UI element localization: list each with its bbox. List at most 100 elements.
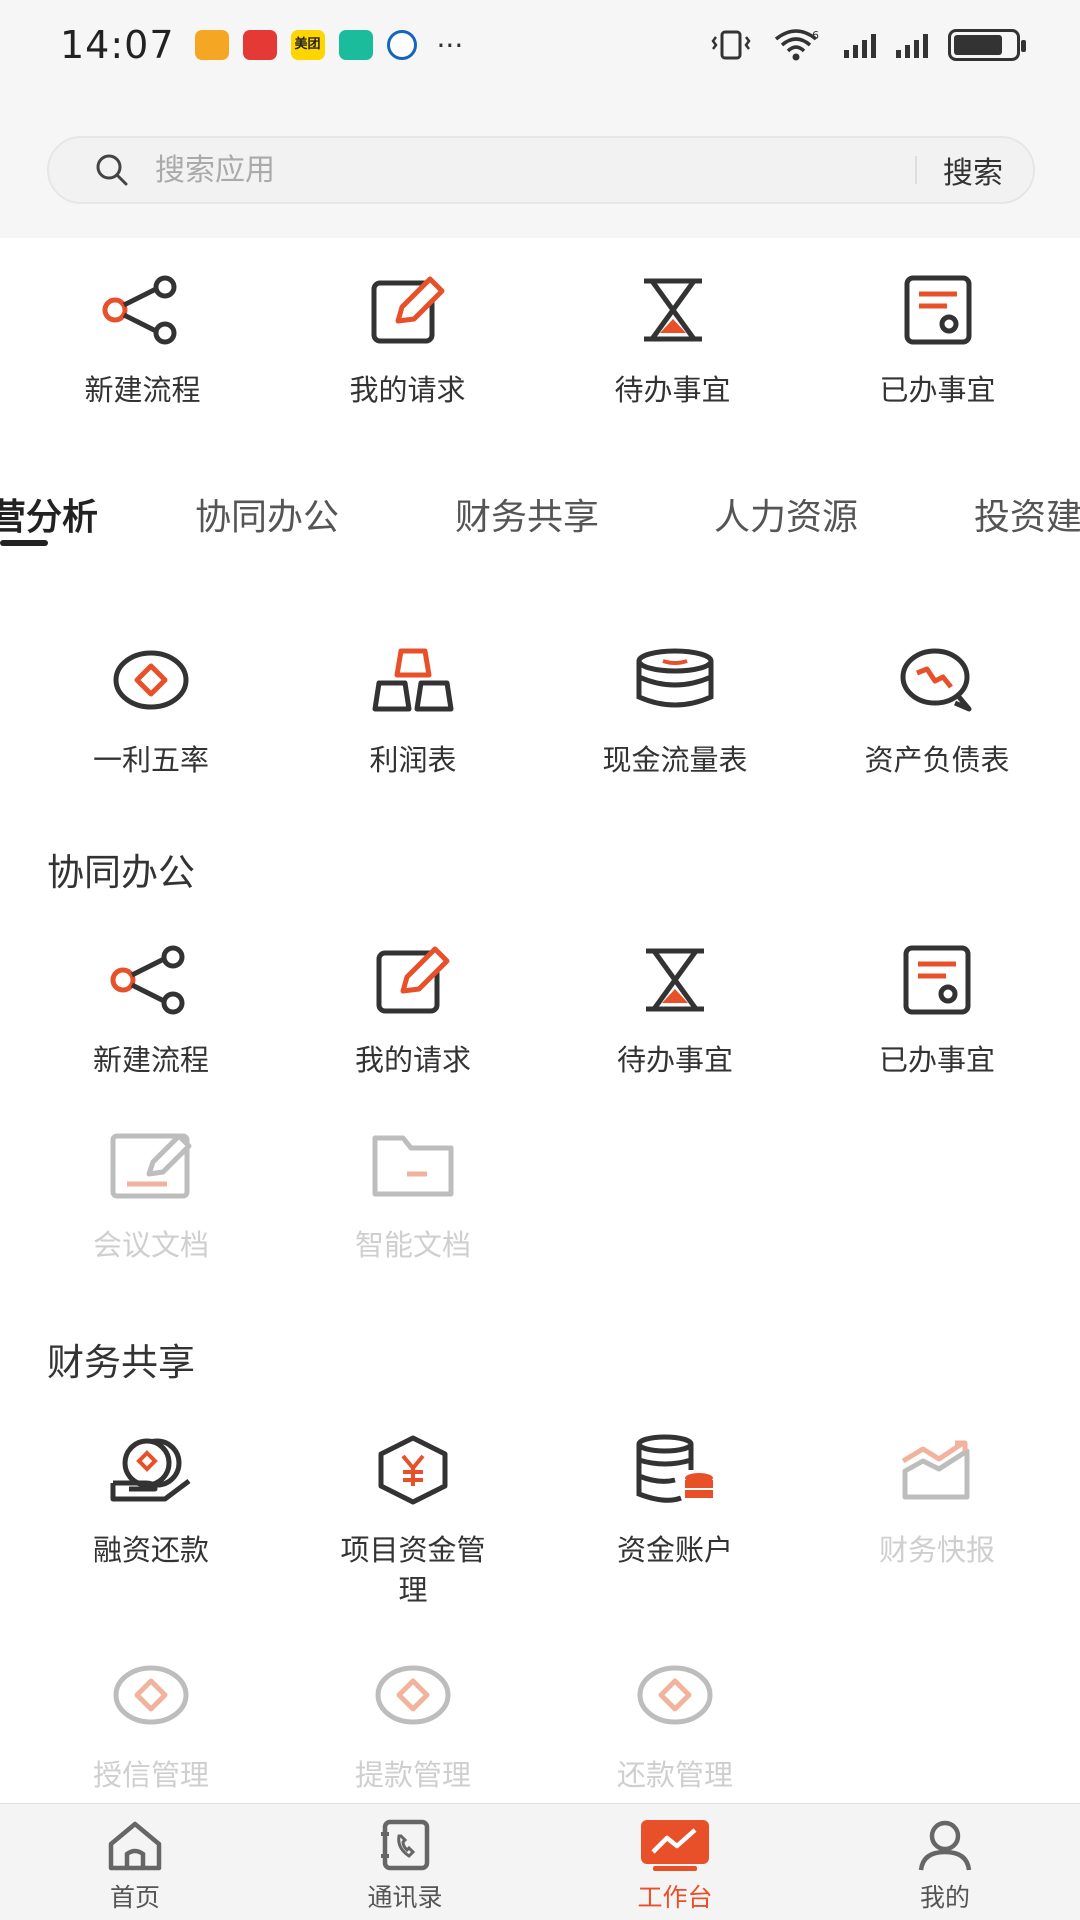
- section-title-finance: 财务共享: [47, 1341, 195, 1384]
- hourglass-icon: [643, 278, 702, 342]
- svg-text:6: 6: [812, 29, 819, 42]
- quick-new-flow[interactable]: 新建流程: [10, 270, 275, 410]
- gold-bars-icon: [372, 648, 454, 712]
- tab-investment[interactable]: 投资建: [974, 488, 1080, 540]
- grid-label: 利润表: [369, 743, 457, 777]
- search-bar: 搜索: [47, 136, 1035, 204]
- grid-item-smart-doc[interactable]: 智能文档: [282, 1125, 544, 1265]
- active-tab-indicator: [0, 540, 48, 546]
- grid-item-financing-repay[interactable]: 融资还款: [20, 1430, 282, 1610]
- app-notification-icon: [338, 30, 373, 60]
- diamond-badge-icon: [375, 1665, 451, 1725]
- database-coins-icon: [636, 1434, 713, 1503]
- battery-icon: [948, 29, 1026, 61]
- grid-label: 现金流量表: [602, 743, 748, 777]
- grid-label: 新建流程: [92, 1043, 209, 1077]
- meituan-notification-icon: 美团: [290, 30, 325, 60]
- folder-icon: [372, 1135, 454, 1197]
- tab-collaboration[interactable]: 协同办公: [195, 488, 339, 540]
- grid-label: 智能文档: [354, 1228, 471, 1262]
- grid-item-balance-sheet[interactable]: 资产负债表: [806, 640, 1068, 780]
- grid-item-profit[interactable]: 利润表: [282, 640, 544, 780]
- vibrate-icon: [711, 30, 751, 60]
- grid-item-credit-mgmt[interactable]: 授信管理: [20, 1655, 282, 1795]
- quick-my-request[interactable]: 我的请求: [275, 270, 540, 410]
- nav-label: 通讯录: [367, 1883, 443, 1912]
- nav-label: 工作台: [637, 1883, 713, 1912]
- tab-operation-analysis[interactable]: 营分析: [0, 488, 98, 540]
- grid-item-done[interactable]: 已办事宜: [806, 940, 1068, 1080]
- grid-label: 资产负债表: [864, 743, 1010, 777]
- notification-icons: 美团 ···: [194, 28, 464, 62]
- nav-contacts[interactable]: 通讯录: [270, 1804, 540, 1920]
- profile-icon: [918, 1820, 972, 1871]
- chart-bubble-icon: [900, 648, 972, 712]
- document-done-icon: [904, 275, 971, 345]
- grid-label: 授信管理: [92, 1758, 209, 1792]
- workbench-icon: [641, 1820, 709, 1871]
- grid-label: 融资还款: [92, 1533, 209, 1567]
- grid-item-project-funds[interactable]: 项目资金管理: [282, 1430, 544, 1610]
- document-done-icon: [903, 945, 971, 1015]
- grid-item-meeting-doc[interactable]: 会议文档: [20, 1125, 282, 1265]
- collab-grid-row2: 会议文档 智能文档: [20, 1125, 1080, 1265]
- search-area: 搜索: [0, 90, 1080, 238]
- finance-grid-row2: 授信管理 提款管理 还款管理: [20, 1655, 1080, 1795]
- finance-grid-row1: 融资还款 项目资金管理 资金账户 财务快报: [20, 1430, 1080, 1610]
- app-notification-icon: [386, 30, 417, 60]
- diamond-badge-icon: [637, 1665, 713, 1725]
- grid-label: 还款管理: [616, 1758, 733, 1792]
- search-icon: [77, 136, 147, 204]
- meeting-doc-icon: [110, 1133, 192, 1199]
- grid-item-my-request[interactable]: 我的请求: [282, 940, 544, 1080]
- search-button[interactable]: 搜索: [917, 148, 1033, 192]
- quick-label: 待办事宜: [614, 373, 731, 407]
- trend-chart-icon: [901, 1440, 970, 1500]
- coin-hand-icon: [110, 1438, 191, 1502]
- grid-label: 已办事宜: [878, 1043, 995, 1077]
- section-title-collaboration: 协同办公: [47, 851, 195, 894]
- nav-home[interactable]: 首页: [0, 1804, 270, 1920]
- search-input[interactable]: [147, 152, 915, 188]
- nav-profile[interactable]: 我的: [810, 1804, 1080, 1920]
- grid-label: 资金账户: [616, 1533, 733, 1567]
- grid-item-todo[interactable]: 待办事宜: [544, 940, 806, 1080]
- diamond-badge-icon: [113, 650, 189, 710]
- yuan-hexagon-icon: [378, 1435, 448, 1505]
- system-indicators: 6: [710, 27, 1026, 63]
- share-flow-icon: [102, 275, 176, 345]
- grid-label: 项目资金管理: [340, 1533, 486, 1607]
- nav-label: 首页: [109, 1883, 160, 1912]
- quick-label: 新建流程: [84, 373, 201, 407]
- tab-finance[interactable]: 财务共享: [455, 488, 599, 540]
- contacts-icon: [381, 1819, 430, 1871]
- grid-label: 待办事宜: [616, 1043, 733, 1077]
- signal-icon: [844, 32, 876, 58]
- grid-item-cashflow[interactable]: 现金流量表: [544, 640, 806, 780]
- grid-label: 我的请求: [354, 1043, 471, 1077]
- bottom-nav: 首页 通讯录 工作台 我的: [0, 1803, 1080, 1920]
- share-flow-icon: [110, 945, 185, 1015]
- signal-icon: [896, 32, 928, 58]
- edit-request-icon: [376, 946, 450, 1014]
- quick-actions: 新建流程 我的请求 待办事宜 已办事宜: [0, 270, 1080, 410]
- quick-done[interactable]: 已办事宜: [805, 270, 1070, 410]
- wifi-icon: 6: [774, 29, 819, 61]
- quick-label: 已办事宜: [879, 373, 996, 407]
- huawei-notification-icon: [242, 30, 277, 60]
- grid-label: 会议文档: [92, 1228, 209, 1262]
- hourglass-icon: [646, 948, 704, 1012]
- nav-workbench[interactable]: 工作台: [540, 1804, 810, 1920]
- grid-item-yilwl[interactable]: 一利五率: [20, 640, 282, 780]
- edit-request-icon: [371, 276, 444, 344]
- app-notification-icon: [194, 30, 229, 60]
- nav-label: 我的: [919, 1883, 970, 1912]
- grid-item-new-flow[interactable]: 新建流程: [20, 940, 282, 1080]
- grid-item-fund-account[interactable]: 资金账户: [544, 1430, 806, 1610]
- grid-item-repay-mgmt[interactable]: 还款管理: [544, 1655, 806, 1795]
- grid-item-withdraw-mgmt[interactable]: 提款管理: [282, 1655, 544, 1795]
- more-notifications: ···: [436, 28, 464, 62]
- tab-hr[interactable]: 人力资源: [714, 488, 858, 540]
- grid-item-finance-report[interactable]: 财务快报: [806, 1430, 1068, 1610]
- quick-todo[interactable]: 待办事宜: [540, 270, 805, 410]
